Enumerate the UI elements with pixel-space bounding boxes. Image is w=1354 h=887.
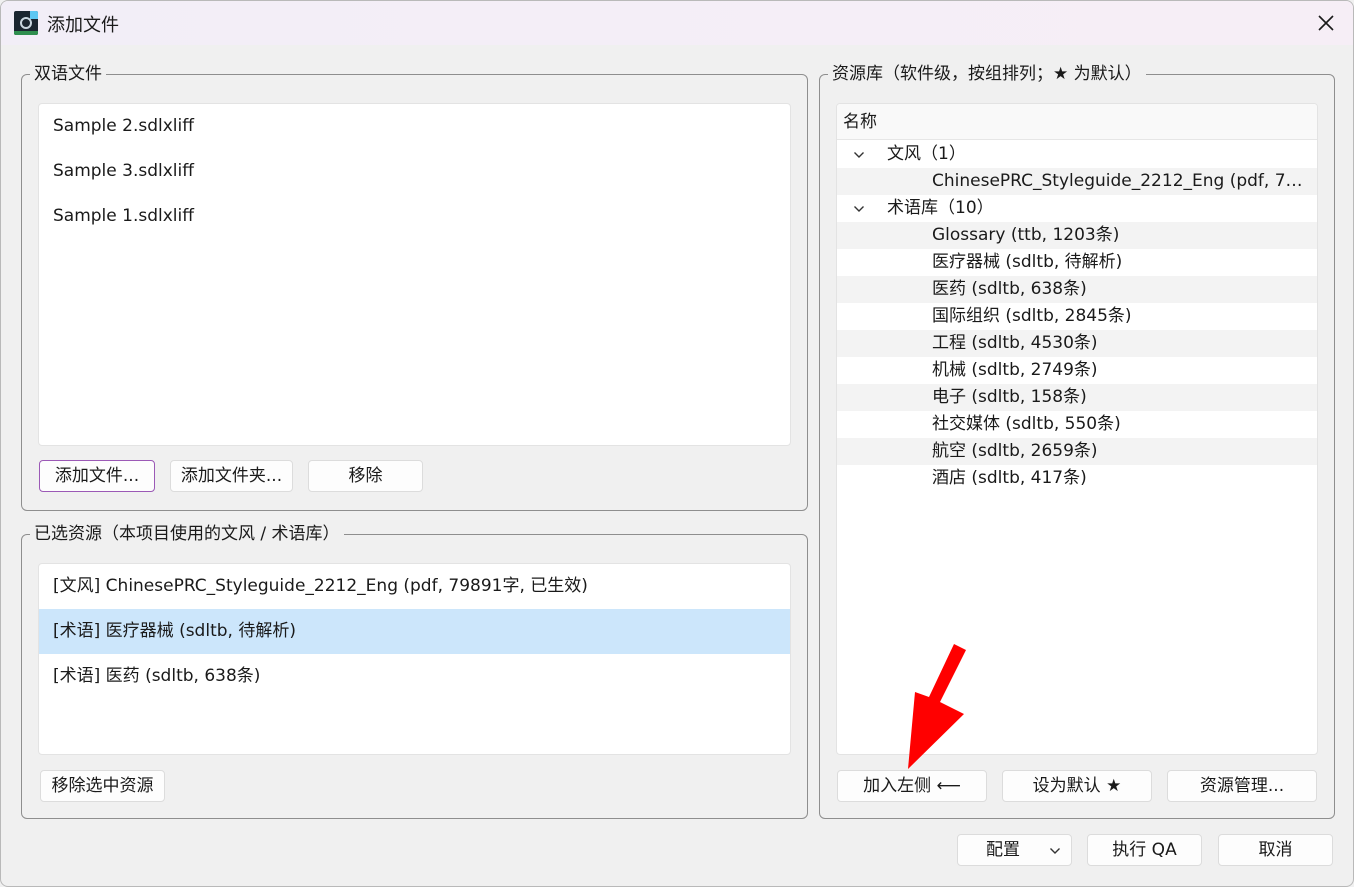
bilingual-file-list[interactable]: Sample 2.sdlxliff Sample 3.sdlxliff Samp…	[38, 103, 791, 446]
window-title: 添加文件	[47, 15, 119, 36]
selected-resource-item[interactable]: [术语] 医药 (sdltb, 638条)	[39, 654, 790, 699]
resource-manager-button[interactable]: 资源管理...	[1167, 770, 1317, 802]
add-to-left-button[interactable]: 加入左侧 ⟵	[837, 770, 987, 802]
tree-item[interactable]: 机械 (sdltb, 2749条)	[837, 357, 1317, 384]
tree-item[interactable]: ChinesePRC_Styleguide_2212_Eng (pdf, 79.…	[837, 168, 1317, 195]
tree-item[interactable]: 电子 (sdltb, 158条)	[837, 384, 1317, 411]
bilingual-files-group: 双语文件 Sample 2.sdlxliff Sample 3.sdlxliff…	[21, 63, 808, 511]
tree-group-termbase[interactable]: 术语库（10）	[837, 195, 1317, 222]
title-bar[interactable]: 添加文件	[1, 1, 1353, 45]
selected-resource-item-active[interactable]: [术语] 医疗器械 (sdltb, 待解析)	[39, 609, 790, 654]
add-file-button[interactable]: 添加文件...	[39, 460, 155, 492]
tree-item[interactable]: 医疗器械 (sdltb, 待解析)	[837, 249, 1317, 276]
close-button[interactable]	[1309, 7, 1343, 39]
tree-group-label: 术语库（10）	[887, 198, 994, 218]
config-dropdown[interactable]: 配置	[957, 834, 1072, 866]
file-list-item[interactable]: Sample 3.sdlxliff	[39, 149, 790, 194]
tree-item[interactable]: 工程 (sdltb, 4530条)	[837, 330, 1317, 357]
cancel-button[interactable]: 取消	[1218, 834, 1333, 866]
column-header-name[interactable]: 名称	[837, 104, 1317, 140]
config-dropdown-label: 配置	[986, 840, 1020, 860]
tree-group-label: 文风（1）	[887, 144, 966, 164]
add-files-dialog: 添加文件 双语文件 Sample 2.sdlxliff Sample 3.sdl…	[0, 0, 1354, 887]
tree-item[interactable]: 医药 (sdltb, 638条)	[837, 276, 1317, 303]
chevron-down-icon[interactable]	[853, 203, 865, 215]
resource-library-label: 资源库（软件级，按组排列；★ 为默认）	[828, 63, 1146, 85]
selected-resources-list[interactable]: [文风] ChinesePRC_Styleguide_2212_Eng (pdf…	[38, 563, 791, 755]
add-folder-button[interactable]: 添加文件夹...	[170, 460, 293, 492]
remove-selected-resource-button[interactable]: 移除选中资源	[40, 770, 165, 802]
tree-group-style[interactable]: 文风（1）	[837, 141, 1317, 168]
bilingual-files-label: 双语文件	[30, 63, 106, 85]
tree-item[interactable]: 国际组织 (sdltb, 2845条)	[837, 303, 1317, 330]
tree-item[interactable]: Glossary (ttb, 1203条)	[837, 222, 1317, 249]
selected-resources-group: 已选资源（本项目使用的文风 / 术语库） [文风] ChinesePRC_Sty…	[21, 523, 808, 819]
tree-body: 文风（1） ChinesePRC_Styleguide_2212_Eng (pd…	[837, 141, 1317, 492]
remove-file-button[interactable]: 移除	[308, 460, 423, 492]
run-qa-button[interactable]: 执行 QA	[1087, 834, 1202, 866]
resource-library-group: 资源库（软件级，按组排列；★ 为默认） 名称 文风（1） ChinesePRC_…	[819, 63, 1335, 819]
tree-item[interactable]: 社交媒体 (sdltb, 550条)	[837, 411, 1317, 438]
chevron-down-icon[interactable]	[853, 149, 865, 161]
close-icon	[1318, 15, 1334, 31]
selected-resource-item[interactable]: [文风] ChinesePRC_Styleguide_2212_Eng (pdf…	[39, 564, 790, 609]
file-list-item[interactable]: Sample 2.sdlxliff	[39, 104, 790, 149]
tree-item[interactable]: 航空 (sdltb, 2659条)	[837, 438, 1317, 465]
set-default-button[interactable]: 设为默认 ★	[1002, 770, 1152, 802]
tree-item[interactable]: 酒店 (sdltb, 417条)	[837, 465, 1317, 492]
selected-resources-label: 已选资源（本项目使用的文风 / 术语库）	[30, 523, 344, 545]
app-icon	[14, 11, 38, 35]
file-list-item[interactable]: Sample 1.sdlxliff	[39, 194, 790, 239]
chevron-down-icon	[1050, 848, 1060, 854]
resource-library-tree[interactable]: 名称 文风（1） ChinesePRC_Styleguide_2212_Eng …	[836, 103, 1318, 755]
